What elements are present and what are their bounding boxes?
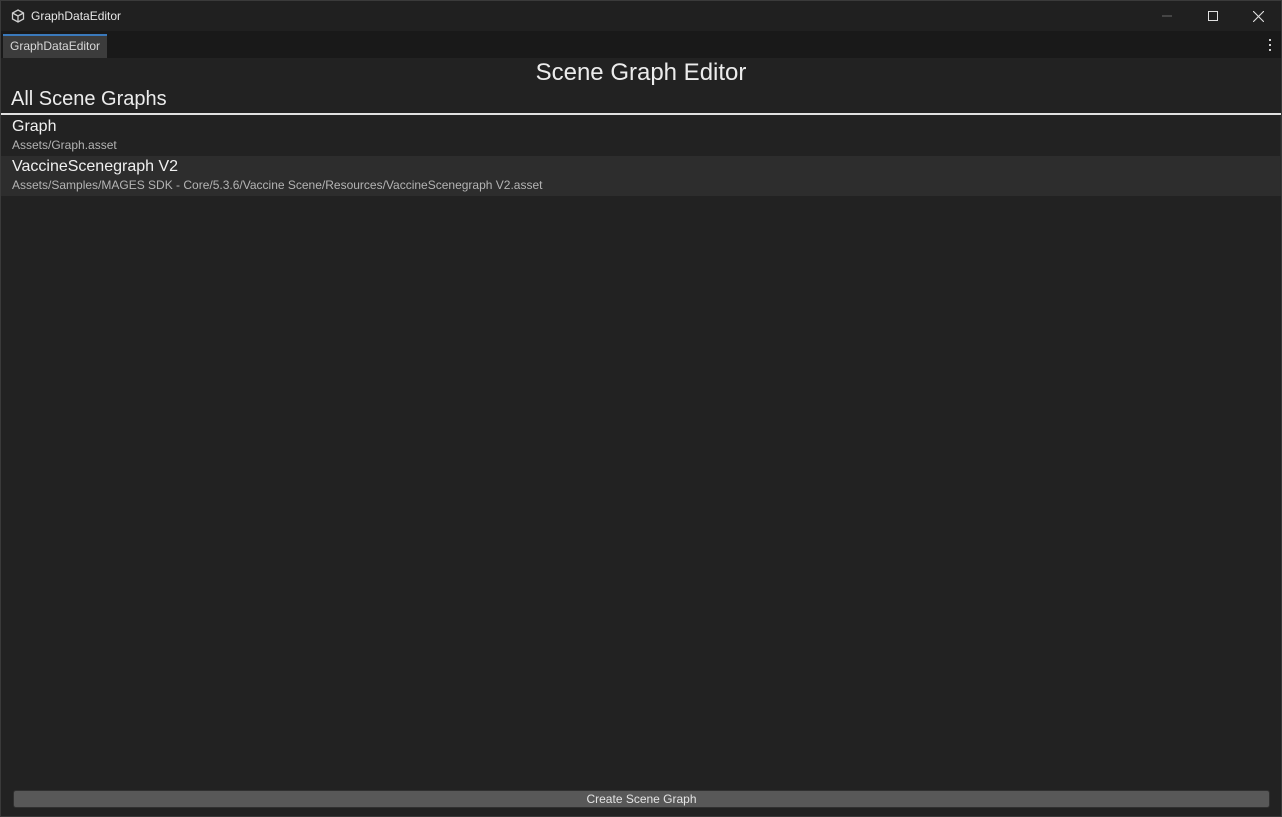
window-title: GraphDataEditor: [31, 9, 122, 23]
section-divider: [1, 113, 1281, 115]
section-title: All Scene Graphs: [11, 88, 167, 110]
graph-name: Graph: [12, 118, 57, 135]
kebab-menu-icon[interactable]: [1265, 39, 1275, 51]
editor-content: Scene Graph Editor All Scene Graphs Grap…: [1, 58, 1281, 816]
unity-app-icon: [11, 9, 25, 23]
minimize-icon: [1162, 11, 1172, 21]
list-item[interactable]: VaccineScenegraph V2 Assets/Samples/MAGE…: [1, 156, 1281, 196]
graph-path: Assets/Samples/MAGES SDK - Core/5.3.6/Va…: [12, 178, 543, 192]
close-icon: [1252, 10, 1264, 22]
tab-graphdataeditor[interactable]: GraphDataEditor: [3, 34, 108, 58]
minimize-button[interactable]: [1144, 1, 1190, 31]
editor-window: GraphDataEditor GraphDataEditor Scene Gr…: [0, 0, 1282, 817]
tab-strip: GraphDataEditor: [1, 31, 1281, 58]
title-bar[interactable]: GraphDataEditor: [1, 1, 1281, 31]
graph-path: Assets/Graph.asset: [12, 138, 117, 152]
graph-name: VaccineScenegraph V2: [12, 158, 179, 175]
maximize-button[interactable]: [1190, 1, 1236, 31]
maximize-icon: [1208, 11, 1218, 21]
scene-graph-list: Graph Assets/Graph.asset VaccineScenegra…: [1, 116, 1281, 196]
scrollbar[interactable]: [1280, 116, 1281, 196]
list-item[interactable]: Graph Assets/Graph.asset: [1, 116, 1281, 156]
close-button[interactable]: [1235, 1, 1281, 31]
create-scene-graph-button[interactable]: Create Scene Graph: [13, 790, 1270, 808]
page-title: Scene Graph Editor: [535, 59, 747, 86]
